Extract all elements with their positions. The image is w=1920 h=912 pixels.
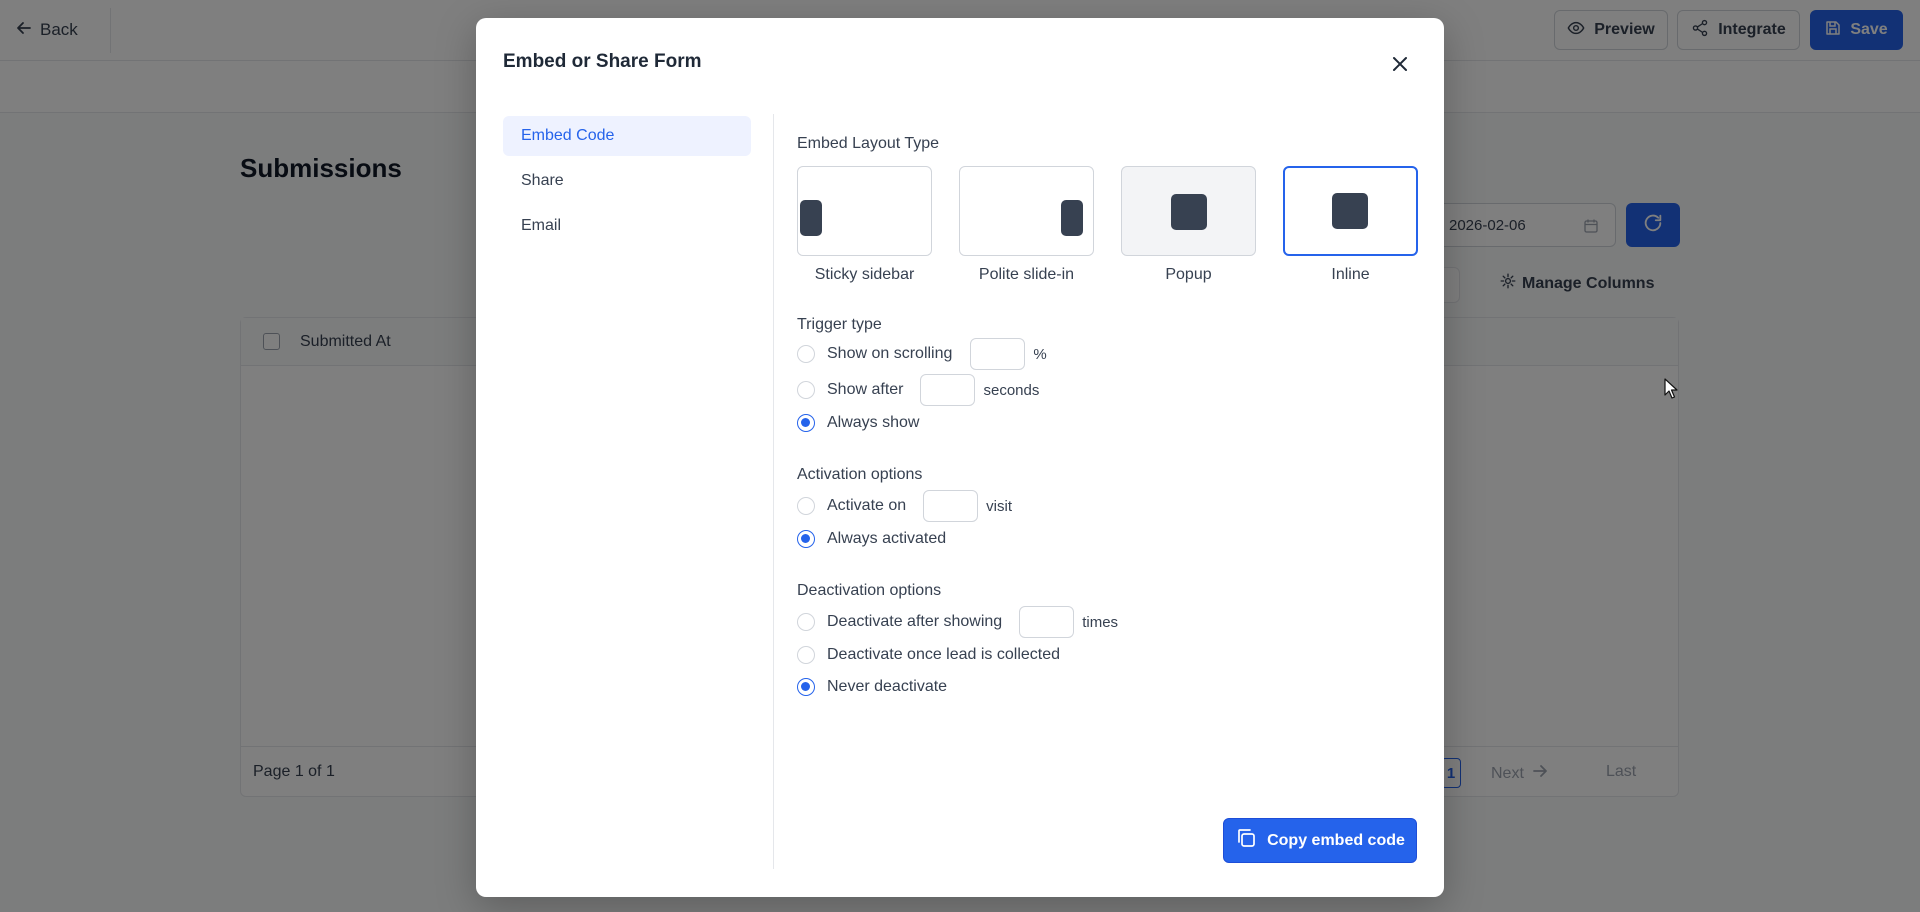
times-suffix: times bbox=[1082, 613, 1119, 631]
activation-option-always[interactable]: Always activated bbox=[797, 530, 946, 548]
layout-option-polite-slide-in[interactable]: Polite slide-in bbox=[959, 166, 1094, 284]
polite-slide-in-preview[interactable] bbox=[959, 166, 1094, 256]
layout-option-popup[interactable]: Popup bbox=[1121, 166, 1256, 284]
seconds-suffix: seconds bbox=[983, 381, 1040, 399]
percent-suffix: % bbox=[1033, 345, 1047, 363]
radio-show-on-scrolling[interactable] bbox=[797, 345, 815, 363]
inline-preview[interactable] bbox=[1283, 166, 1418, 256]
divider bbox=[773, 114, 774, 869]
deactivation-option-lead-collected[interactable]: Deactivate once lead is collected bbox=[797, 646, 1060, 664]
close-icon bbox=[1392, 56, 1408, 77]
radio-never-deactivate[interactable] bbox=[797, 678, 815, 696]
trigger-after-label: Show after bbox=[827, 381, 904, 398]
dialog-title: Embed or Share Form bbox=[503, 51, 702, 72]
layout-option-sticky-sidebar[interactable]: Sticky sidebar bbox=[797, 166, 932, 284]
inline-glyph-icon bbox=[1332, 193, 1368, 229]
radio-deactivate-lead-collected[interactable] bbox=[797, 646, 815, 664]
radio-always-show[interactable] bbox=[797, 414, 815, 432]
trigger-type-title: Trigger type bbox=[797, 316, 882, 333]
times-input[interactable] bbox=[1019, 606, 1075, 638]
activation-options-title: Activation options bbox=[797, 466, 923, 483]
radio-deactivate-after-showing[interactable] bbox=[797, 613, 815, 631]
deactivation-option-after-showing[interactable]: Deactivate after showing times bbox=[797, 606, 1118, 638]
dialog-side-nav: Embed Code Share Email bbox=[503, 116, 751, 251]
trigger-option-always-show[interactable]: Always show bbox=[797, 414, 919, 432]
deactivate-after-label: Deactivate after showing bbox=[827, 613, 1003, 630]
activate-on-label: Activate on bbox=[827, 497, 907, 514]
sticky-sidebar-preview[interactable] bbox=[797, 166, 932, 256]
popup-preview[interactable] bbox=[1121, 166, 1256, 256]
never-deactivate-label: Never deactivate bbox=[827, 678, 948, 695]
layout-options: Sticky sidebar Polite slide-in Popup Inl… bbox=[797, 166, 1418, 284]
close-button[interactable] bbox=[1386, 52, 1414, 80]
slide-in-glyph-icon bbox=[1061, 200, 1083, 236]
nav-item-embed-code[interactable]: Embed Code bbox=[503, 116, 751, 156]
copy-embed-code-label: Copy embed code bbox=[1267, 831, 1405, 849]
layout-option-label: Polite slide-in bbox=[978, 266, 1075, 283]
sticky-sidebar-glyph-icon bbox=[800, 200, 822, 236]
trigger-scrolling-label: Show on scrolling bbox=[827, 345, 953, 362]
layout-type-title: Embed Layout Type bbox=[797, 135, 940, 152]
seconds-input[interactable] bbox=[920, 374, 976, 406]
deactivate-lead-label: Deactivate once lead is collected bbox=[827, 646, 1061, 663]
embed-share-dialog: Embed or Share Form Embed Code Share Ema… bbox=[476, 18, 1444, 897]
radio-show-after[interactable] bbox=[797, 381, 815, 399]
radio-activate-on[interactable] bbox=[797, 497, 815, 515]
popup-glyph-icon bbox=[1171, 194, 1207, 230]
mouse-cursor-icon bbox=[1664, 378, 1678, 405]
visit-suffix: visit bbox=[986, 497, 1012, 515]
always-activated-label: Always activated bbox=[827, 530, 947, 547]
deactivation-options-title: Deactivation options bbox=[797, 582, 942, 599]
trigger-option-show-after[interactable]: Show after seconds bbox=[797, 374, 1039, 406]
deactivation-option-never[interactable]: Never deactivate bbox=[797, 678, 947, 696]
radio-always-activated[interactable] bbox=[797, 530, 815, 548]
layout-option-inline[interactable]: Inline bbox=[1283, 166, 1418, 284]
scroll-percent-input[interactable] bbox=[970, 338, 1026, 370]
layout-option-label: Sticky sidebar bbox=[814, 266, 915, 283]
visit-count-input[interactable] bbox=[923, 490, 979, 522]
copy-icon bbox=[1235, 827, 1257, 854]
copy-embed-code-button[interactable]: Copy embed code bbox=[1223, 818, 1417, 863]
trigger-option-scrolling[interactable]: Show on scrolling % bbox=[797, 338, 1047, 370]
nav-item-share[interactable]: Share bbox=[503, 161, 751, 201]
activation-option-activate-on[interactable]: Activate on visit bbox=[797, 490, 1012, 522]
trigger-always-label: Always show bbox=[827, 414, 920, 431]
layout-option-label: Popup bbox=[1165, 266, 1212, 283]
layout-option-label: Inline bbox=[1331, 266, 1370, 283]
nav-item-email[interactable]: Email bbox=[503, 206, 751, 246]
